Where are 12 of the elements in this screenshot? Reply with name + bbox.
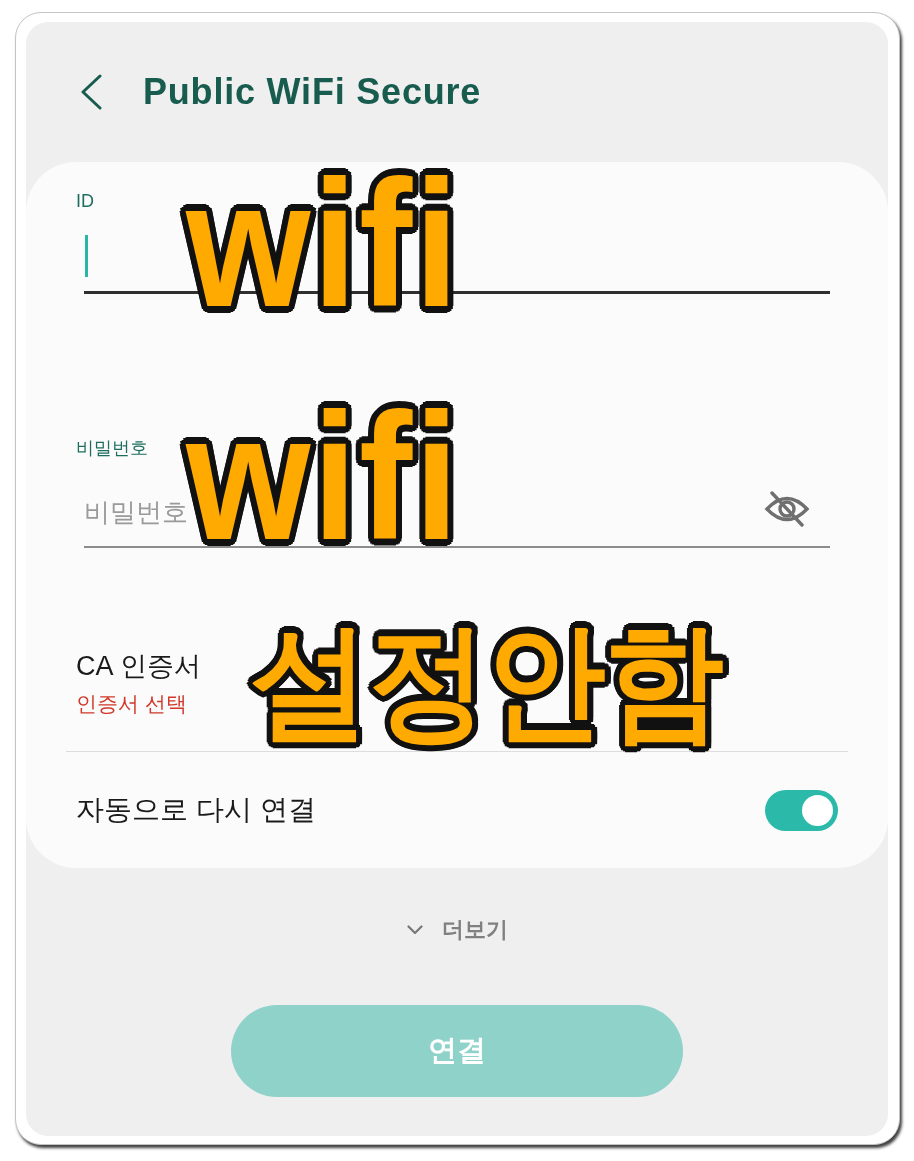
text-cursor-icon (85, 235, 88, 277)
back-icon[interactable] (80, 74, 102, 110)
auto-reconnect-label: 자동으로 다시 연결 (76, 793, 316, 827)
certificate-label: CA 인증서 (76, 650, 201, 682)
eye-slash-icon[interactable] (764, 490, 810, 528)
chevron-down-icon (406, 925, 423, 935)
more-button[interactable]: 더보기 (406, 910, 508, 950)
field-label: 비밀번호 (76, 437, 148, 459)
certificate-value[interactable]: 인증서 선택 (76, 691, 187, 717)
screen-title: Public WiFi Secure (143, 71, 482, 113)
toggle-switch[interactable] (765, 789, 838, 831)
field-label: ID (76, 190, 94, 212)
